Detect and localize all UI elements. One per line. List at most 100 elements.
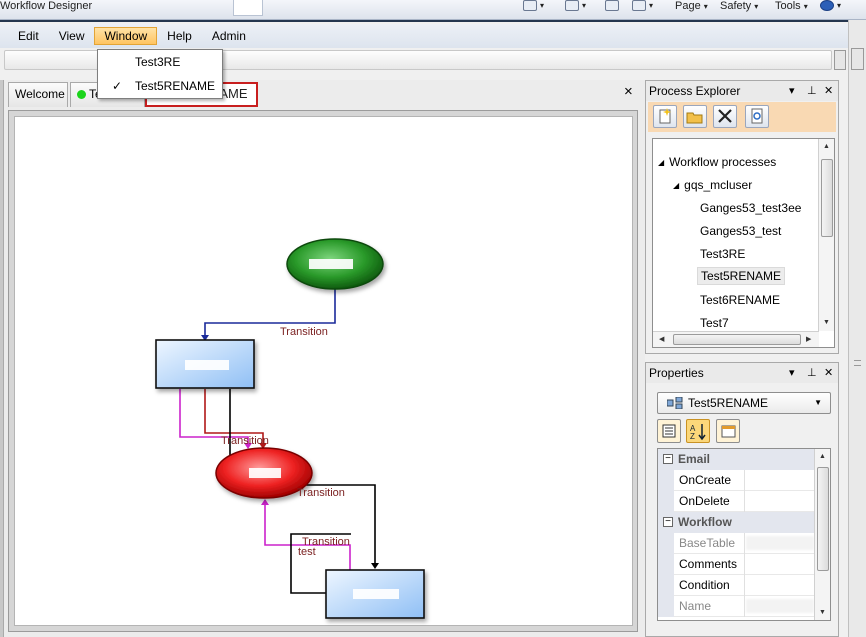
page-menu[interactable]: Page ▾: [675, 0, 708, 12]
property-value[interactable]: [746, 599, 814, 613]
workflow-diagram: Transition Transition Transition Transit…: [155, 238, 425, 619]
arrowhead-icon: [371, 563, 379, 569]
collapse-icon[interactable]: −: [663, 454, 673, 464]
left-dock-edge: [0, 80, 4, 637]
scroll-down-icon[interactable]: ▼: [819, 609, 826, 616]
home-button[interactable]: ▾: [523, 0, 544, 11]
property-name: Name: [679, 596, 745, 617]
property-row[interactable]: OnDelete: [658, 491, 816, 512]
window-menu-item-test5rename[interactable]: ✓ Test5RENAME: [98, 75, 222, 97]
scroll-up-icon[interactable]: ▲: [819, 453, 826, 460]
help-button[interactable]: ▾: [820, 0, 841, 11]
window-menu-item-label: Test5RENAME: [135, 79, 216, 93]
category-label: Email: [678, 452, 711, 466]
close-icon[interactable]: ×: [624, 83, 633, 100]
alphabetical-button[interactable]: AZ: [686, 419, 710, 443]
scroll-down-icon[interactable]: ▼: [823, 319, 830, 326]
address-bar-stub[interactable]: [233, 0, 263, 16]
tree-item[interactable]: Test6RENAME: [700, 293, 780, 307]
new-document-icon: [659, 108, 671, 124]
node-label-redacted: [185, 360, 229, 370]
tree-node-workflow-processes[interactable]: ◢ Workflow processes: [658, 155, 776, 169]
scroll-thumb[interactable]: [817, 467, 829, 571]
panel-dropdown-icon[interactable]: ▾: [789, 363, 795, 383]
row-gutter: [658, 596, 674, 617]
property-value[interactable]: [746, 536, 814, 550]
property-row[interactable]: Name: [658, 596, 816, 617]
tree-item-selected[interactable]: Test5RENAME: [697, 267, 786, 285]
expand-arrow-icon[interactable]: ◢: [658, 158, 664, 167]
feeds-button[interactable]: ▾: [565, 0, 586, 11]
close-icon[interactable]: ✕: [824, 81, 833, 101]
menu-help[interactable]: Help: [157, 27, 202, 45]
category-workflow[interactable]: − Workflow: [658, 512, 816, 533]
property-row[interactable]: Condition: [658, 575, 816, 596]
property-row[interactable]: OnCreate: [658, 470, 816, 491]
scroll-up-icon[interactable]: ▲: [823, 143, 830, 150]
menu-window[interactable]: Window: [94, 27, 158, 45]
tree-vertical-scrollbar[interactable]: ▲ ▼: [818, 139, 834, 331]
toolbar-overflow-button[interactable]: [834, 50, 846, 70]
row-gutter: [658, 533, 674, 554]
panel-header: Properties ▾ ⊥ ✕: [646, 363, 838, 383]
tree-item[interactable]: Ganges53_test3ee: [700, 201, 801, 215]
property-value[interactable]: [746, 494, 814, 508]
tree-horizontal-scrollbar[interactable]: ◀ ▶: [653, 331, 819, 347]
menu-admin[interactable]: Admin: [202, 27, 256, 45]
property-pages-button[interactable]: [716, 419, 740, 443]
delete-process-button[interactable]: [713, 105, 737, 128]
tab-welcome[interactable]: Welcome: [8, 82, 68, 107]
refresh-process-button[interactable]: [745, 105, 769, 128]
property-row[interactable]: Comments: [658, 554, 816, 575]
window-menu-item-test3re[interactable]: Test3RE: [98, 51, 222, 73]
designer-frame: Transition Transition Transition Transit…: [8, 110, 638, 632]
tree-node-label: Workflow processes: [669, 155, 777, 169]
browser-scroll-thumb[interactable]: [851, 48, 864, 70]
row-gutter: [658, 554, 674, 575]
new-process-button[interactable]: [653, 105, 677, 128]
scroll-left-icon[interactable]: ◀: [659, 335, 664, 343]
open-process-button[interactable]: [683, 105, 707, 128]
help-icon: [820, 0, 834, 11]
scroll-grip: [854, 360, 861, 366]
designer-canvas[interactable]: Transition Transition Transition Transit…: [14, 116, 633, 626]
safety-menu[interactable]: Safety ▾: [720, 0, 758, 12]
scroll-thumb[interactable]: [821, 159, 833, 237]
menu-view[interactable]: View: [49, 27, 95, 45]
tools-menu[interactable]: Tools ▾: [775, 0, 808, 12]
window-menu-dropdown: Test3RE ✓ Test5RENAME: [97, 49, 223, 99]
menu-edit[interactable]: Edit: [8, 27, 49, 45]
pin-icon[interactable]: ⊥: [807, 363, 817, 383]
category-email[interactable]: − Email: [658, 449, 816, 470]
property-value[interactable]: [746, 578, 814, 592]
mail-button[interactable]: [605, 0, 619, 11]
scroll-thumb[interactable]: [673, 334, 801, 345]
property-name: BaseTable: [679, 533, 745, 554]
print-button[interactable]: ▾: [632, 0, 653, 11]
row-gutter: [658, 470, 674, 491]
tree-item[interactable]: Test7: [700, 316, 729, 330]
property-value[interactable]: [746, 473, 814, 487]
scroll-right-icon[interactable]: ▶: [806, 335, 811, 343]
close-icon[interactable]: ✕: [824, 363, 833, 383]
collapse-icon[interactable]: −: [663, 517, 673, 527]
pin-icon[interactable]: ⊥: [807, 81, 817, 101]
window-menu-item-label: Test3RE: [135, 55, 181, 69]
property-row[interactable]: BaseTable: [658, 533, 816, 554]
panel-dropdown-icon[interactable]: ▾: [789, 81, 795, 101]
row-gutter: [658, 575, 674, 596]
tree-item[interactable]: Test3RE: [700, 247, 745, 261]
panel-title: Properties: [649, 366, 704, 380]
transition-line[interactable]: [264, 500, 351, 570]
row-gutter: [658, 491, 674, 512]
property-value[interactable]: [746, 557, 814, 571]
tree-item[interactable]: Ganges53_test: [700, 224, 781, 238]
tree-node-group[interactable]: ◢ gqs_mcluser: [673, 178, 752, 192]
alphabetical-icon: AZ: [690, 424, 706, 441]
categorized-button[interactable]: [657, 419, 681, 443]
browser-scrollbar[interactable]: [848, 20, 866, 637]
object-selector[interactable]: Test5RENAME ▼: [657, 392, 831, 414]
transition-label: test: [298, 546, 316, 558]
expand-arrow-icon[interactable]: ◢: [673, 181, 679, 190]
property-grid-scrollbar[interactable]: ▲ ▼: [814, 449, 830, 620]
